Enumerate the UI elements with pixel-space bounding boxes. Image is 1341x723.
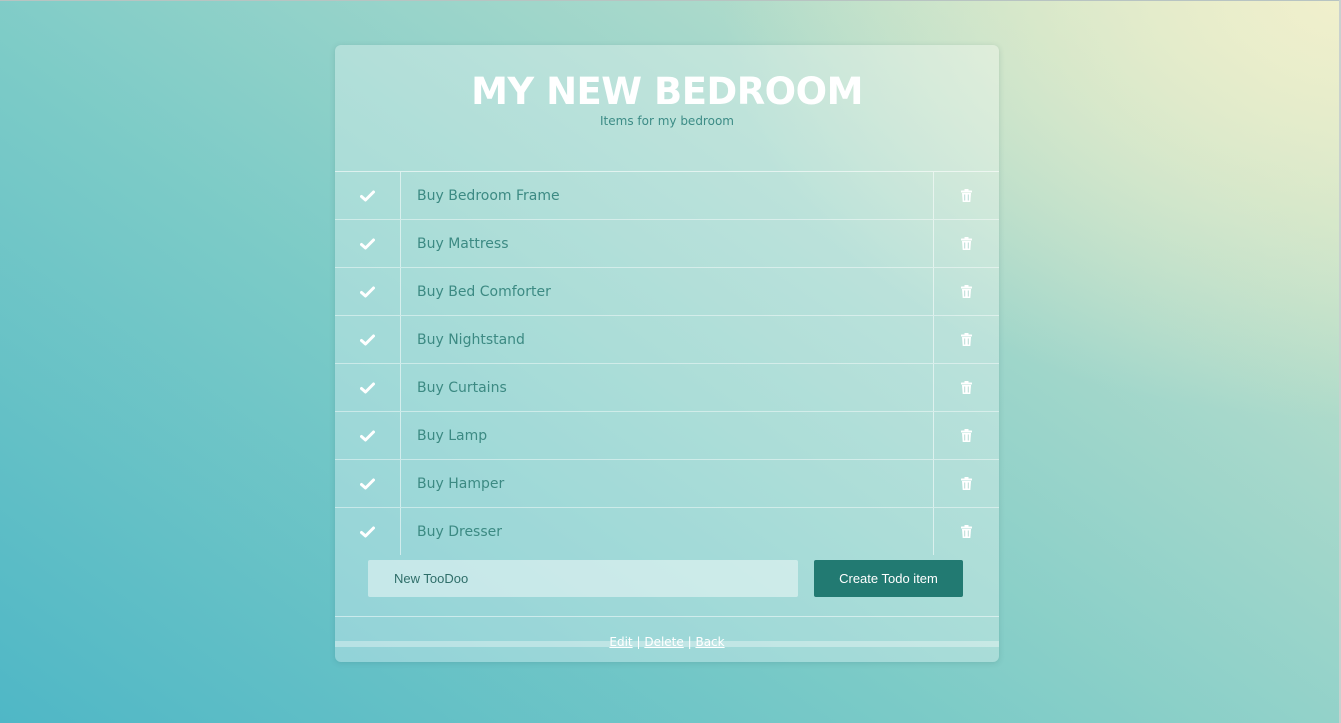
complete-button[interactable] [335, 316, 401, 363]
complete-button[interactable] [335, 508, 401, 555]
list-item: Buy Dresser [335, 508, 999, 555]
check-icon [360, 526, 375, 538]
item-label: Buy Bedroom Frame [417, 187, 560, 204]
check-icon [360, 334, 375, 346]
trash-icon [961, 525, 972, 538]
delete-item-button[interactable] [933, 508, 999, 555]
check-icon [360, 190, 375, 202]
complete-button[interactable] [335, 364, 401, 411]
item-label: Buy Nightstand [417, 331, 525, 348]
item-label: Buy Bed Comforter [417, 283, 551, 300]
list-header: MY NEW BEDROOM Items for my bedroom [335, 45, 999, 172]
trash-icon [961, 429, 972, 442]
item-label: Buy Mattress [417, 235, 509, 252]
check-icon [360, 382, 375, 394]
footer-band [335, 641, 999, 647]
list-item: Buy Bed Comforter [335, 268, 999, 316]
list-item: Buy Lamp [335, 412, 999, 460]
list-item: Buy Bedroom Frame [335, 172, 999, 220]
page-title: MY NEW BEDROOM [471, 70, 863, 113]
check-icon [360, 286, 375, 298]
todo-list: Buy Bedroom Frame Buy Mattress Buy Bed C… [335, 172, 999, 555]
delete-item-button[interactable] [933, 412, 999, 459]
check-icon [360, 238, 375, 250]
list-item: Buy Hamper [335, 460, 999, 508]
trash-icon [961, 381, 972, 394]
complete-button[interactable] [335, 268, 401, 315]
delete-item-button[interactable] [933, 364, 999, 411]
trash-icon [961, 189, 972, 202]
delete-item-button[interactable] [933, 268, 999, 315]
page-subtitle: Items for my bedroom [600, 114, 734, 128]
complete-button[interactable] [335, 172, 401, 219]
new-todo-input[interactable] [368, 560, 798, 597]
create-todo-button[interactable]: Create Todo item [814, 560, 963, 597]
window-top-border [0, 0, 1341, 1]
check-icon [360, 430, 375, 442]
item-label: Buy Lamp [417, 427, 488, 444]
complete-button[interactable] [335, 412, 401, 459]
item-label: Buy Curtains [417, 379, 507, 396]
trash-icon [961, 333, 972, 346]
list-item: Buy Nightstand [335, 316, 999, 364]
delete-item-button[interactable] [933, 220, 999, 267]
trash-icon [961, 285, 972, 298]
trash-icon [961, 477, 972, 490]
footer-links: Edit | Delete | Back [335, 617, 999, 657]
delete-item-button[interactable] [933, 460, 999, 507]
list-item: Buy Mattress [335, 220, 999, 268]
list-item: Buy Curtains [335, 364, 999, 412]
check-icon [360, 478, 375, 490]
item-label: Buy Dresser [417, 523, 503, 540]
delete-item-button[interactable] [933, 316, 999, 363]
complete-button[interactable] [335, 460, 401, 507]
trash-icon [961, 237, 972, 250]
item-label: Buy Hamper [417, 475, 505, 492]
complete-button[interactable] [335, 220, 401, 267]
todo-card: MY NEW BEDROOM Items for my bedroom Buy … [335, 45, 999, 662]
delete-item-button[interactable] [933, 172, 999, 219]
new-todo-form: Create Todo item [335, 555, 999, 617]
